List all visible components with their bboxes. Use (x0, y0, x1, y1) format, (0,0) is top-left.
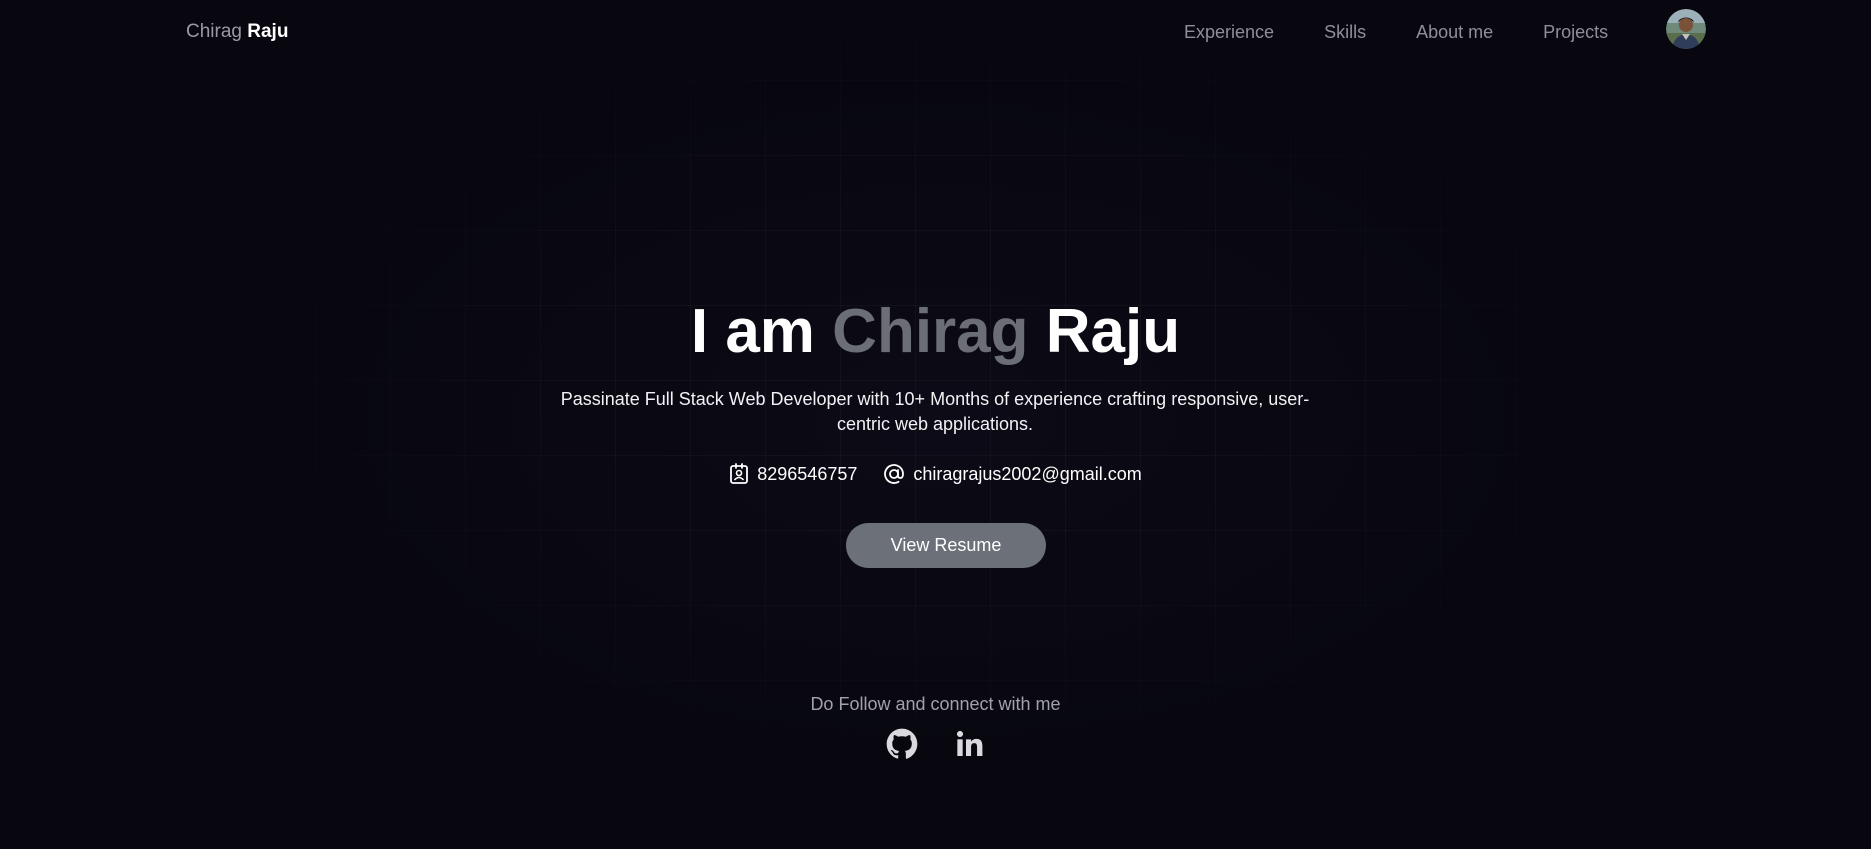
github-link[interactable] (886, 728, 918, 760)
hero-subtitle: Passinate Full Stack Web Developer with … (560, 389, 1310, 434)
follow-heading: Do Follow and connect with me (810, 694, 1061, 714)
view-resume-button[interactable]: View Resume (846, 523, 1046, 568)
nav-skills[interactable]: Skills (1324, 20, 1366, 44)
github-icon (886, 728, 917, 759)
nav-about-me[interactable]: About me (1416, 20, 1493, 44)
page: Chirag Raju Experience Skills About me P… (0, 0, 1871, 849)
contact-card-icon (729, 463, 749, 485)
profile-photo-icon (1666, 9, 1706, 49)
email-address: chiragrajus2002@gmail.com (913, 464, 1142, 484)
title-last-name: Raju (1045, 297, 1181, 366)
social-links (0, 728, 1871, 760)
phone-contact[interactable]: 8296546757 (729, 462, 857, 486)
logo-first-name: Chirag (186, 21, 242, 42)
logo-last-name: Raju (247, 21, 289, 42)
nav-experience[interactable]: Experience (1184, 20, 1274, 44)
navbar: Chirag Raju Experience Skills About me P… (0, 0, 1871, 64)
nav-links: Experience Skills About me Projects (1184, 20, 1608, 44)
at-sign-icon (883, 463, 905, 485)
linkedin-icon (956, 730, 982, 756)
title-first-name: Chirag (832, 297, 1029, 366)
title-prefix: I am (690, 297, 815, 366)
contact-row: 8296546757 chiragrajus2002@gmail.com (0, 462, 1871, 486)
linkedin-link[interactable] (954, 728, 986, 760)
phone-number: 8296546757 (757, 464, 858, 484)
nav-projects[interactable]: Projects (1543, 20, 1608, 44)
avatar[interactable] (1666, 9, 1706, 49)
site-logo[interactable]: Chirag Raju (186, 20, 288, 44)
hero-title: I am Chirag Raju (0, 296, 1871, 368)
email-contact[interactable]: chiragrajus2002@gmail.com (883, 462, 1142, 486)
